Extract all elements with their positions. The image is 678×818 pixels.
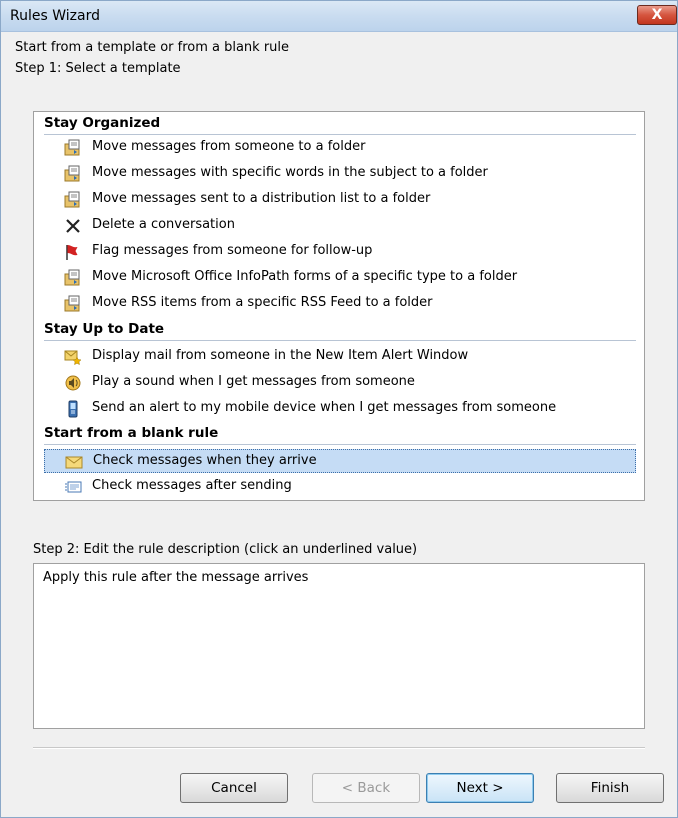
title-bar[interactable]: Rules Wizard X (1, 1, 677, 32)
template-item[interactable]: Delete a conversation (44, 214, 636, 238)
template-item-label: Move Microsoft Office InfoPath forms of … (92, 269, 518, 284)
template-item-label: Check messages when they arrive (93, 453, 317, 468)
group-heading-stay-up-to-date: Stay Up to Date (44, 321, 165, 337)
window-title: Rules Wizard (10, 8, 100, 24)
group-divider (44, 134, 636, 135)
sent-message-icon (65, 481, 82, 493)
group-heading-stay-organized: Stay Organized (44, 115, 161, 131)
speaker-icon (65, 375, 81, 391)
red-flag-icon (66, 245, 78, 260)
template-item[interactable]: Move Microsoft Office InfoPath forms of … (44, 266, 636, 290)
template-item-selected[interactable]: Check messages when they arrive (44, 449, 636, 473)
template-item-label: Play a sound when I get messages from so… (92, 374, 415, 389)
template-item[interactable]: Send an alert to my mobile device when I… (44, 397, 636, 421)
template-item-label: Delete a conversation (92, 217, 235, 232)
move-to-folder-icon (64, 269, 80, 286)
move-to-folder-icon (64, 165, 80, 182)
template-item[interactable]: Move messages sent to a distribution lis… (44, 188, 636, 212)
template-item[interactable]: Display mail from someone in the New Ite… (44, 345, 636, 369)
template-item-label: Move RSS items from a specific RSS Feed … (92, 295, 433, 310)
move-to-folder-icon (64, 139, 80, 156)
step2-label: Step 2: Edit the rule description (click… (33, 542, 418, 557)
step1-label: Step 1: Select a template (15, 61, 181, 76)
template-item-label: Check messages after sending (92, 478, 292, 493)
template-item-label: Flag messages from someone for follow-up (92, 243, 373, 258)
template-item[interactable]: Move messages from someone to a folder (44, 136, 636, 160)
template-listbox[interactable]: Stay Organized Move messages from someon… (33, 111, 645, 501)
template-item-label: Move messages with specific words in the… (92, 165, 488, 180)
template-item-label: Send an alert to my mobile device when I… (92, 400, 557, 415)
cancel-button[interactable]: Cancel (180, 773, 288, 803)
move-to-folder-icon (64, 295, 80, 312)
button-separator (33, 747, 645, 749)
alert-star-icon (64, 350, 82, 366)
delete-x-icon (66, 219, 80, 233)
template-item-label: Move messages from someone to a folder (92, 139, 366, 154)
envelope-icon (65, 456, 83, 469)
template-item-label: Display mail from someone in the New Ite… (92, 348, 469, 363)
template-item-label: Move messages sent to a distribution lis… (92, 191, 431, 206)
rule-description-text: Apply this rule after the message arrive… (43, 570, 309, 585)
group-divider (44, 340, 636, 341)
move-to-folder-icon (64, 191, 80, 208)
rule-description-box[interactable]: Apply this rule after the message arrive… (33, 563, 645, 729)
back-button[interactable]: < Back (312, 773, 420, 803)
group-divider (44, 444, 636, 445)
template-item[interactable]: Check messages after sending (44, 475, 636, 499)
next-button[interactable]: Next > (426, 773, 534, 803)
close-icon: X (651, 7, 663, 23)
close-button[interactable]: X (637, 5, 677, 25)
mobile-phone-icon (68, 400, 78, 418)
rules-wizard-window: Rules Wizard X Start from a template or … (0, 0, 678, 818)
finish-button[interactable]: Finish (556, 773, 664, 803)
template-item[interactable]: Move RSS items from a specific RSS Feed … (44, 292, 636, 316)
intro-label: Start from a template or from a blank ru… (15, 40, 290, 55)
template-item[interactable]: Flag messages from someone for follow-up (44, 240, 636, 264)
group-heading-blank-rule: Start from a blank rule (44, 425, 219, 441)
template-item[interactable]: Move messages with specific words in the… (44, 162, 636, 186)
template-item[interactable]: Play a sound when I get messages from so… (44, 371, 636, 395)
